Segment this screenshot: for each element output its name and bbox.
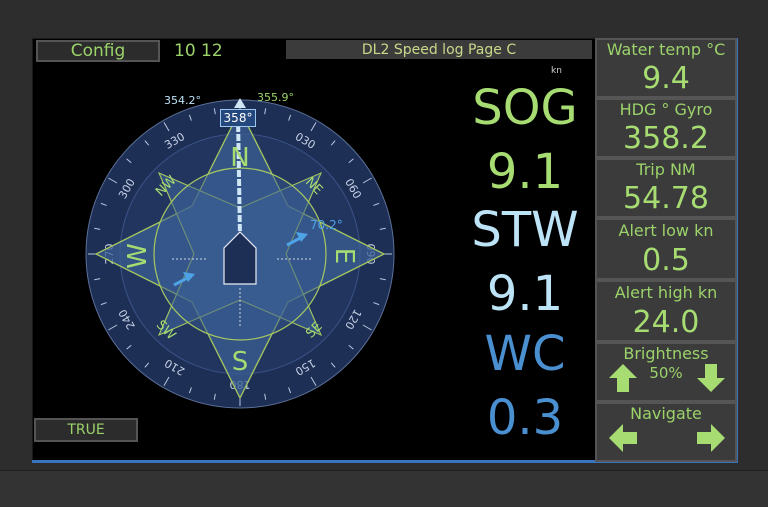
trip-label: Trip NM <box>636 160 696 179</box>
cardinal-e: E <box>329 248 359 264</box>
cardinal-w: W <box>123 243 153 269</box>
trip-value: 54.78 <box>623 181 709 216</box>
alert-low-label: Alert low kn <box>618 221 714 240</box>
alert-high-panel[interactable]: Alert high kn 24.0 <box>595 280 737 342</box>
compass-rose: 030060090120150180210240270300330 N E S … <box>85 98 395 409</box>
sog-label: SOG <box>472 80 578 136</box>
navigate-panel: Navigate <box>595 402 737 462</box>
brightness-label: Brightness <box>623 344 709 363</box>
speed-unit: kn <box>551 66 562 76</box>
alert-high-value: 24.0 <box>632 305 700 340</box>
sog-value: 9.1 <box>486 144 564 200</box>
cardinal-s: S <box>232 347 249 377</box>
current-direction: 70.2° <box>310 218 343 232</box>
alert-low-panel[interactable]: Alert low kn 0.5 <box>595 218 737 280</box>
page-title: DL2 Speed log Page C <box>286 40 592 59</box>
navigate-label: Navigate <box>630 404 702 423</box>
clock-time: 10 12 <box>174 41 223 61</box>
trip-panel[interactable]: Trip NM 54.78 <box>595 158 737 218</box>
navigate-right-icon[interactable] <box>695 422 727 454</box>
cardinal-n: N <box>230 143 249 173</box>
navigate-left-icon[interactable] <box>607 422 639 454</box>
true-mode-button[interactable]: TRUE <box>34 418 138 442</box>
heading-left-bound: 354.2° <box>164 94 201 107</box>
water-temp-panel[interactable]: Water temp °C 9.4 <box>595 38 737 98</box>
hdg-gyro-value: 358.2 <box>623 121 709 156</box>
brightness-panel: Brightness 50% <box>595 342 737 402</box>
brightness-down-icon[interactable] <box>695 362 727 394</box>
water-temp-label: Water temp °C <box>606 40 726 59</box>
brightness-up-icon[interactable] <box>607 362 639 394</box>
alert-low-value: 0.5 <box>642 243 690 278</box>
device-bezel-bottom <box>0 470 768 507</box>
hdg-gyro-panel[interactable]: HDG ° Gyro 358.2 <box>595 98 737 158</box>
hdg-gyro-label: HDG ° Gyro <box>619 100 713 119</box>
water-temp-value: 9.4 <box>642 61 690 96</box>
heading-box: 358° <box>220 109 256 127</box>
stw-value: 9.1 <box>486 266 564 322</box>
heading-right-bound: 355.9° <box>257 91 294 104</box>
wc-value: 0.3 <box>486 390 564 446</box>
stw-label: STW <box>471 202 579 258</box>
wc-label: WC <box>484 326 566 382</box>
alert-high-label: Alert high kn <box>614 283 718 302</box>
config-button[interactable]: Config <box>36 40 160 62</box>
